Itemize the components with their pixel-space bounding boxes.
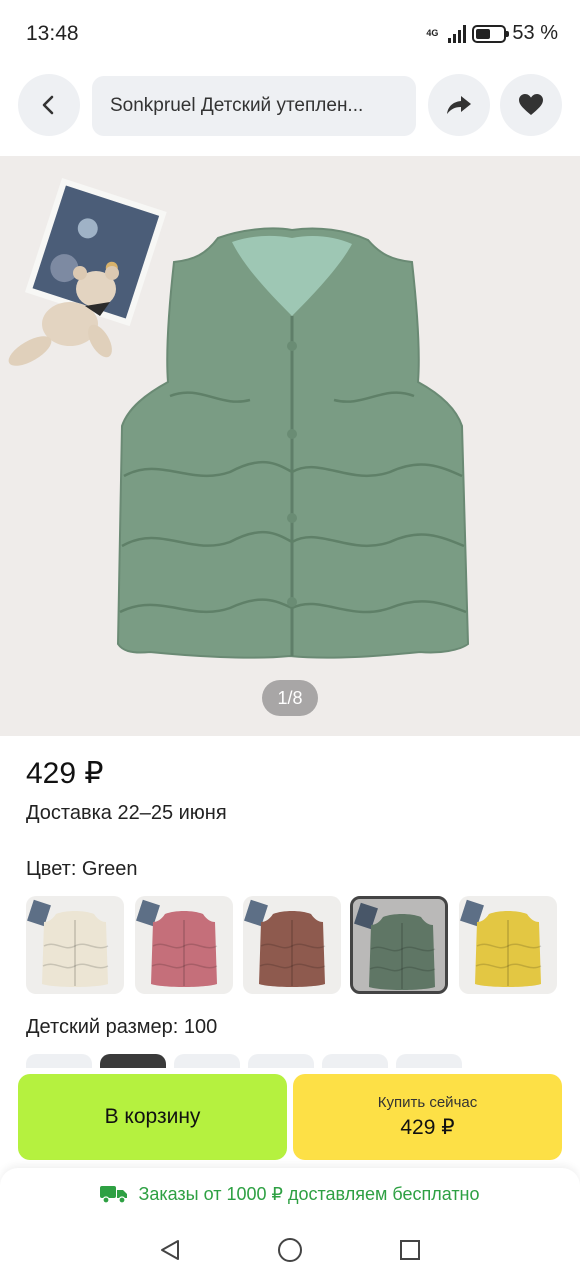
battery-icon bbox=[472, 24, 510, 43]
product-title-search[interactable]: Sonkpruel Детский утеплен... bbox=[92, 76, 416, 136]
nav-home-button[interactable] bbox=[276, 1236, 304, 1264]
swatch-vest-image bbox=[460, 899, 542, 987]
color-swatch-cream[interactable] bbox=[26, 896, 124, 994]
truck-icon bbox=[100, 1186, 128, 1203]
recents-square-icon bbox=[400, 1240, 420, 1260]
battery-percent: 53 % bbox=[512, 22, 558, 44]
action-bar: В корзину Купить сейчас 429 ₽ bbox=[0, 1068, 580, 1168]
home-circle-icon bbox=[278, 1238, 302, 1262]
back-triangle-icon bbox=[161, 1240, 179, 1260]
free-delivery-banner[interactable]: Заказы от 1000 ₽ доставляем бесплатно bbox=[0, 1168, 580, 1220]
color-swatch-green[interactable] bbox=[350, 896, 448, 994]
image-counter: 1/8 bbox=[262, 680, 318, 716]
swatch-vest-image bbox=[27, 899, 109, 987]
signal-icon bbox=[448, 24, 467, 43]
status-bar: 13:48 4G 53 % bbox=[0, 0, 580, 64]
green-vest-image bbox=[116, 227, 470, 659]
color-swatch-brown[interactable] bbox=[243, 896, 341, 994]
buy-now-label: Купить сейчас bbox=[377, 1094, 478, 1111]
back-button[interactable] bbox=[18, 74, 80, 136]
status-time: 13:48 bbox=[26, 22, 79, 45]
delivery-date: Доставка 22–25 июня bbox=[26, 802, 227, 824]
color-swatch-yellow[interactable] bbox=[459, 896, 557, 994]
size-label: Детский размер: 100 bbox=[26, 1016, 218, 1038]
product-price: 429 ₽ bbox=[26, 757, 104, 790]
buy-now-price: 429 ₽ bbox=[400, 1116, 455, 1139]
color-swatches bbox=[26, 896, 560, 994]
share-arrow-icon bbox=[447, 96, 471, 114]
nav-back-button[interactable] bbox=[156, 1236, 184, 1264]
heart-icon bbox=[519, 94, 543, 115]
swatch-vest-image bbox=[136, 899, 218, 987]
swatch-vest-image bbox=[244, 899, 326, 987]
buy-now-button[interactable]: Купить сейчас 429 ₽ bbox=[293, 1074, 562, 1160]
color-label: Цвет: Green bbox=[26, 858, 138, 880]
header-title: Sonkpruel Детский утеплен... bbox=[110, 95, 364, 116]
top-nav: Sonkpruel Детский утеплен... bbox=[0, 74, 580, 138]
add-to-cart-button[interactable]: В корзину bbox=[18, 1074, 287, 1160]
swatch-vest-image bbox=[354, 902, 436, 990]
status-indicators: 4G 53 % bbox=[426, 22, 558, 45]
chevron-left-icon bbox=[42, 95, 54, 115]
free-delivery-text: Заказы от 1000 ₽ доставляем бесплатно bbox=[138, 1183, 480, 1204]
system-nav-bar bbox=[0, 1220, 580, 1280]
network-type-icon: 4G bbox=[426, 28, 439, 38]
nav-recents-button[interactable] bbox=[396, 1236, 424, 1264]
product-gallery[interactable]: 1/8 bbox=[0, 156, 580, 736]
color-swatch-pink[interactable] bbox=[135, 896, 233, 994]
share-button[interactable] bbox=[428, 74, 490, 136]
product-photo bbox=[0, 156, 580, 736]
favorite-button[interactable] bbox=[500, 74, 562, 136]
